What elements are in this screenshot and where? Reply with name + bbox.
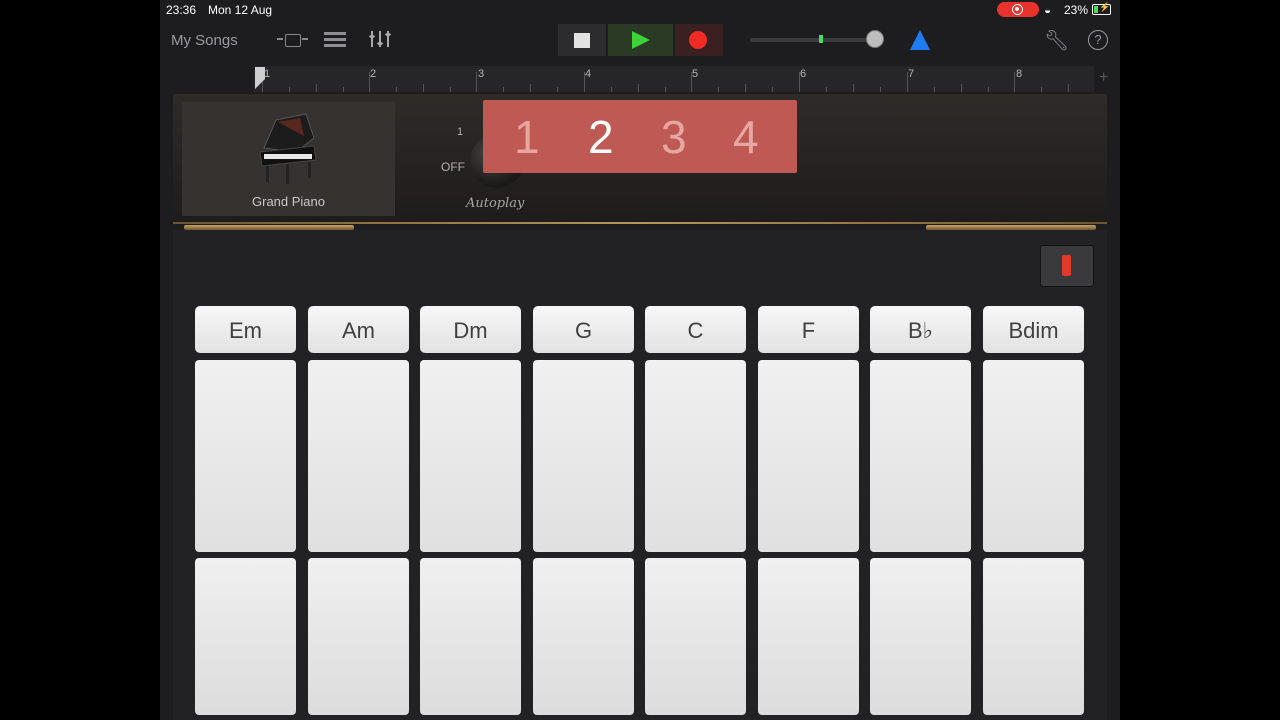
chord-label[interactable]: B♭ (870, 306, 971, 353)
autoplay-option-2[interactable]: 2 (588, 110, 614, 164)
chord-label[interactable]: F (758, 306, 859, 353)
master-volume-knob[interactable] (866, 30, 884, 48)
chord-label[interactable]: Am (308, 306, 409, 353)
ruler-mark: 5 (692, 68, 699, 80)
transport-controls (558, 24, 723, 56)
chord-strip-lower[interactable] (870, 558, 971, 715)
mixer-icon[interactable] (368, 29, 392, 51)
ruler-mark: 2 (370, 68, 377, 80)
playhead[interactable] (255, 67, 267, 89)
timeline-ruler[interactable]: 1 2 3 4 5 6 7 8 (254, 66, 1094, 92)
chord-strip-upper[interactable] (195, 360, 296, 552)
ruler-mark: 4 (585, 68, 592, 80)
screen-recording-icon[interactable] (997, 2, 1039, 17)
record-icon (689, 31, 707, 49)
autoplay-option-3[interactable]: 3 (661, 110, 687, 164)
ruler-mark: 8 (1016, 68, 1023, 80)
autoplay-knob-label: 1 (457, 126, 464, 138)
chord-strip-lower[interactable] (420, 558, 521, 715)
chord-strip-lower[interactable] (645, 558, 746, 715)
chord-strip-upper[interactable] (420, 360, 521, 552)
status-date: Mon 12 Aug (208, 3, 273, 17)
my-songs-button[interactable]: My Songs (171, 32, 238, 49)
stop-icon (574, 33, 590, 48)
record-button[interactable] (675, 24, 723, 56)
chord-strip-upper[interactable] (533, 360, 634, 552)
toolbar: My Songs (160, 20, 1120, 64)
ruler-mark: 6 (800, 68, 807, 80)
chord-label[interactable]: C (645, 306, 746, 353)
panel-divider (173, 222, 1107, 224)
autoplay-knob-off-label: OFF (441, 160, 465, 174)
level-meter (819, 35, 823, 43)
chord-label[interactable]: Dm (420, 306, 521, 353)
settings-wrench-icon[interactable]: 🔧︎ (1044, 28, 1069, 53)
play-button[interactable] (608, 24, 673, 56)
tracks-view-icon[interactable] (324, 29, 346, 51)
ruler-mark: 3 (478, 68, 485, 80)
chord-label[interactable]: Em (195, 306, 296, 353)
chords-notes-switch[interactable] (1040, 245, 1094, 287)
chord-strip-lower[interactable] (758, 558, 859, 715)
instrument-name: Grand Piano (252, 194, 325, 209)
chord-strip-lower[interactable] (308, 558, 409, 715)
play-icon (632, 31, 650, 49)
chord-strip-upper[interactable] (870, 360, 971, 552)
chord-strip-lower[interactable] (195, 558, 296, 715)
metronome-icon[interactable] (910, 30, 930, 50)
autoplay-option-4[interactable]: 4 (733, 110, 759, 164)
wifi-icon: ◒ (1044, 3, 1052, 17)
chord-strip-lower[interactable] (533, 558, 634, 715)
help-icon[interactable]: ? (1088, 30, 1108, 50)
chord-strip-upper[interactable] (983, 360, 1084, 552)
chord-label[interactable]: G (533, 306, 634, 353)
status-bar: 23:36 Mon 12 Aug ◒ 23% ⚡ (160, 0, 1120, 20)
battery-percentage: 23% (1064, 3, 1089, 17)
status-time: 23:36 (166, 3, 197, 17)
autoplay-label: Autoplay (466, 196, 525, 211)
chord-label[interactable]: Bdim (983, 306, 1084, 353)
battery-icon: ⚡ (1092, 2, 1111, 15)
chord-strip-upper[interactable] (758, 360, 859, 552)
ruler-mark: 7 (908, 68, 915, 80)
stop-button[interactable] (558, 24, 606, 56)
garageband-screen: 23:36 Mon 12 Aug ◒ 23% ⚡ My Songs 🔧︎ ? 1… (160, 0, 1120, 720)
master-volume-slider[interactable] (750, 38, 880, 42)
view-toggle-icon[interactable] (277, 29, 309, 51)
add-section-icon[interactable]: + (1099, 69, 1108, 87)
autoplay-option-1[interactable]: 1 (514, 110, 540, 164)
chord-strip-lower[interactable] (983, 558, 1084, 715)
chord-strip-upper[interactable] (308, 360, 409, 552)
chord-strip-upper[interactable] (645, 360, 746, 552)
grand-piano-icon (259, 113, 317, 184)
